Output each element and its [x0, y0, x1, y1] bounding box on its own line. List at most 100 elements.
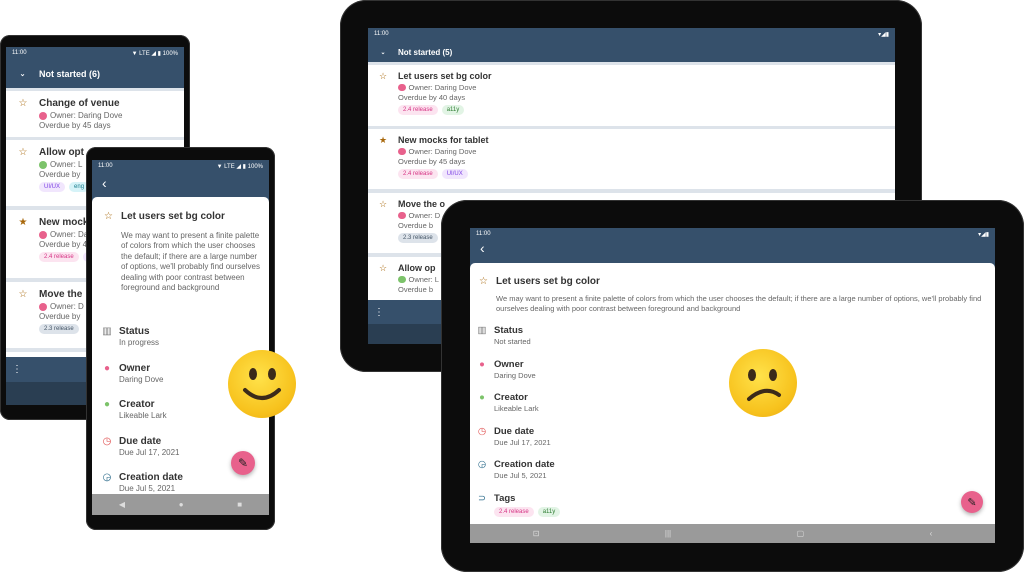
owner-avatar-icon — [39, 111, 47, 120]
field-value: Due Jul 5, 2021 — [494, 471, 547, 480]
field-content: Owner Daring Dove — [119, 363, 163, 384]
field-value: Daring Dove — [119, 374, 164, 384]
detail-field-due-date: ◷ Due date Due Jul 17, 2021 — [102, 436, 180, 457]
status-time: 11:00 — [476, 231, 491, 237]
tag-chip[interactable]: UI/UX — [39, 182, 66, 192]
detail-field-owner: ● Owner Daring Dove — [102, 362, 164, 384]
star-filled-icon[interactable]: ★ — [379, 135, 387, 146]
owner-avatar-icon — [39, 302, 47, 311]
status-icon: ▥ — [102, 326, 112, 337]
detail-field-creation-date: ◶ Creation date Due Jul 5, 2021 — [102, 472, 183, 493]
section-title[interactable]: Not started (5) — [398, 48, 452, 57]
nav-button[interactable]: ▢ — [797, 529, 805, 538]
field-content: Creation date Due Jul 5, 2021 — [494, 459, 555, 480]
field-label: Due date — [119, 435, 162, 447]
confused-face-emoji — [729, 349, 797, 417]
section-title[interactable]: Not started (6) — [39, 69, 100, 79]
owner-text: Owner: L — [50, 160, 83, 169]
field-content: Creator Likeable Lark — [494, 392, 539, 413]
edit-fab[interactable]: ✎ — [961, 491, 983, 513]
field-content: Status In progress — [119, 326, 159, 347]
owner-text: Owner: L — [408, 275, 439, 284]
tag-chip[interactable]: UI/UX — [441, 169, 468, 179]
tag-chip[interactable]: 2.3 release — [398, 233, 438, 243]
field-content: Creator Likeable Lark — [119, 399, 167, 420]
more-menu-icon[interactable]: ⋮ — [12, 364, 22, 375]
star-outline-icon[interactable]: ☆ — [104, 211, 113, 222]
tag-chip[interactable]: a11y — [537, 506, 561, 517]
field-label: Status — [119, 326, 150, 337]
tag-chip[interactable]: a11y — [441, 105, 465, 115]
back-icon[interactable]: ‹ — [102, 175, 107, 191]
field-content: Status Not started — [494, 325, 531, 346]
phone-detail-screen: 11:00 ▼ LTE ◢ ▮ 100% ‹ ☆ Let users set bg co… — [92, 160, 269, 515]
task-title: Let users set bg color — [398, 71, 492, 81]
status-icons: ▼ LTE ◢ ▮ 100% — [131, 51, 178, 57]
nav-button[interactable]: ||| — [665, 529, 671, 538]
tag-chip[interactable]: 2.4 release — [398, 105, 438, 115]
star-outline-icon[interactable]: ☆ — [379, 199, 387, 210]
status-icons: ▾◢▮ — [878, 32, 889, 38]
star-outline-icon[interactable]: ☆ — [379, 263, 387, 274]
creator-icon: ● — [479, 392, 485, 403]
detail-title: Let users set bg color — [496, 276, 600, 287]
field-label: Creation date — [494, 459, 555, 470]
field-value: Due Jul 17, 2021 — [494, 437, 551, 447]
chevron-down-icon[interactable]: ⌄ — [6, 70, 39, 78]
tag-chip[interactable]: 2.4 release — [398, 169, 438, 179]
detail-field-owner: ● Owner Daring Dove — [477, 359, 536, 380]
nav-button[interactable]: ‹ — [930, 529, 933, 538]
field-label: Owner — [119, 362, 151, 374]
owner-avatar-icon — [398, 83, 406, 92]
more-menu-icon[interactable]: ⋮ — [374, 307, 384, 318]
tag-chip[interactable]: 2.4 release — [494, 506, 534, 517]
nav-button[interactable]: ● — [179, 500, 184, 509]
star-outline-icon[interactable]: ☆ — [479, 276, 488, 287]
tag-chip[interactable]: 2.3 release — [39, 324, 79, 334]
tag-icon: ⊃ — [478, 492, 486, 504]
list-header: ⌄ Not started (6) — [6, 60, 184, 88]
owner-text: Owner: Daring Dove — [408, 83, 477, 92]
detail-field-creator: ● Creator Likeable Lark — [477, 392, 539, 413]
field-value: Likeable Lark — [494, 404, 539, 413]
back-icon[interactable]: ‹ — [480, 240, 485, 256]
tag-chip[interactable]: 2.4 release — [39, 252, 79, 262]
owner-icon: ● — [479, 358, 485, 370]
status-time: 11:00 — [12, 50, 27, 56]
status-bar: 11:00 ▾◢▮ — [368, 28, 895, 42]
star-outline-icon[interactable]: ☆ — [19, 98, 28, 109]
edit-fab[interactable]: ✎ — [231, 451, 255, 475]
status-icons: ▾◢▮ — [978, 232, 989, 238]
owner-text: Owner: D — [50, 302, 84, 311]
star-outline-icon[interactable]: ☆ — [19, 289, 28, 300]
detail-field-due-date: ◷ Due date Due Jul 17, 2021 — [477, 426, 551, 447]
task-due: Overdue by 45 days — [39, 121, 111, 130]
detail-description: We may want to present a finite palette … — [496, 294, 982, 313]
field-label: Tags — [494, 492, 516, 504]
field-label: Due date — [494, 425, 535, 437]
star-outline-icon[interactable]: ☆ — [19, 147, 28, 158]
task-owner: Owner: Daring Dove — [398, 147, 895, 156]
nav-button[interactable]: ■ — [237, 500, 242, 509]
field-content: Due date Due Jul 17, 2021 — [119, 436, 180, 457]
task-tags: 2.4 release a11y — [398, 105, 895, 115]
field-value: Due Jul 5, 2021 — [119, 484, 176, 493]
detail-title: Let users set bg color — [121, 211, 225, 222]
chevron-down-icon[interactable]: ⌄ — [368, 49, 398, 56]
due-date-icon: ◷ — [102, 435, 112, 447]
detail-field-status: ▥ Status Not started — [477, 325, 531, 346]
field-label: Creator — [119, 399, 155, 410]
task-card[interactable]: ☆ Let users set bg color Owner: Daring Dov… — [368, 65, 895, 126]
owner-icon: ● — [103, 362, 111, 374]
star-outline-icon[interactable]: ☆ — [379, 71, 387, 82]
task-card[interactable]: ★ New mocks for tablet Owner: Daring DoveO… — [368, 129, 895, 189]
field-value: Not started — [494, 337, 531, 346]
detail-field-status: ▥ Status In progress — [102, 326, 159, 347]
star-filled-icon[interactable]: ★ — [19, 217, 28, 228]
field-tags: 2.4 release a11y — [494, 506, 561, 517]
task-card[interactable]: ☆ Change of venue Owner: Daring Dove Overdu… — [6, 91, 184, 137]
nav-button[interactable]: ⊡ — [533, 529, 540, 538]
nav-button[interactable]: ◀ — [119, 500, 125, 509]
field-content: Creation date Due Jul 5, 2021 — [119, 472, 183, 493]
detail-description: We may want to present a finite palette … — [121, 231, 260, 292]
